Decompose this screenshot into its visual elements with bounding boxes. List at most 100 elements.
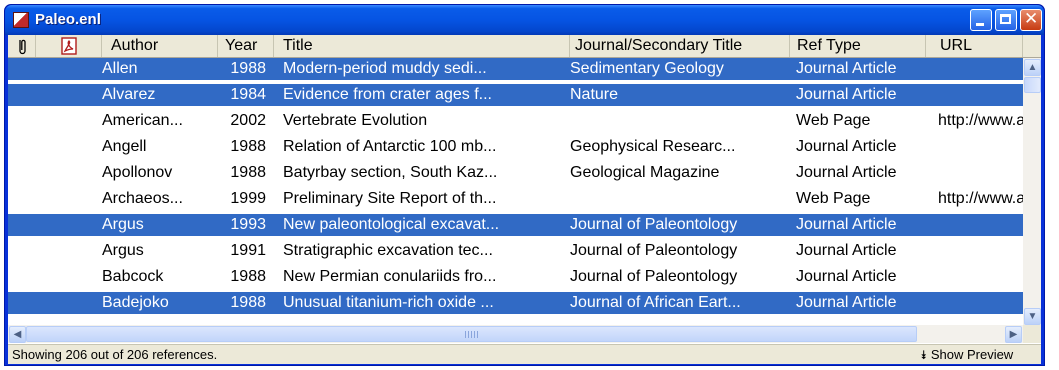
cell-url: http://www.a [938,190,1023,207]
table-row[interactable]: Babcock 1988 New Permian conulariids fro..… [8,266,1023,288]
cell-journal [570,110,790,132]
cell-url [938,214,1023,236]
column-header-journal[interactable]: Journal/Secondary Title [570,35,790,57]
double-chevron-down-icon: ⯯ [920,348,928,362]
table-row[interactable]: Argus 1991 Stratigraphic excavation tec...… [8,240,1023,262]
table-row[interactable]: Alvarez 1984 Evidence from crater ages f..… [8,84,1023,106]
show-preview-label: Show Preview [930,347,1014,362]
cell-author: Allen [102,60,138,77]
chevron-right-icon: ▶ [1009,329,1018,340]
cell-title: Vertebrate Evolution [283,112,428,129]
cell-journal: Journal of Paleontology [570,242,738,259]
cell-title: Preliminary Site Report of th... [283,190,497,207]
cell-year: 1988 [230,164,266,181]
cell-title: Stratigraphic excavation tec... [283,242,493,259]
minimize-button[interactable] [970,9,992,31]
cell-reftype: Journal Article [796,60,897,77]
cell-author: Apollonov [102,164,173,181]
scrollbar-corner [1023,325,1041,343]
scroll-right-button[interactable]: ▶ [1005,326,1022,343]
cell-reftype: Journal Article [796,138,897,155]
cell-url [938,84,1023,106]
close-button[interactable]: ✕ [1020,9,1042,31]
cell-author: Argus [102,216,144,233]
cell-author: Archaeos... [102,190,183,207]
cell-reftype: Journal Article [796,242,897,259]
table-row[interactable]: Badejoko 1988 Unusual titanium-rich oxide … [8,292,1023,314]
table-row[interactable]: Apollonov 1988 Batyrbay section, South Kaz… [8,162,1023,184]
cell-title: Modern-period muddy sedi... [283,60,487,77]
horizontal-scrollbar[interactable]: ◀ ▶ [8,325,1023,343]
cell-title: Relation of Antarctic 100 mb... [283,138,497,155]
table-row[interactable]: Allen 1988 Modern-period muddy sedi... Sedi… [8,58,1023,80]
cell-url [938,136,1023,158]
cell-author: Argus [102,242,144,259]
cell-author: American... [102,112,183,129]
column-header-url[interactable]: URL [926,35,1023,57]
pdf-icon [61,37,77,55]
column-header-end [1023,35,1041,57]
reference-rows: Allen 1988 Modern-period muddy sedi... Sedi… [8,58,1023,320]
table-row[interactable]: Angell 1988 Relation of Antarctic 100 mb..… [8,136,1023,158]
cell-year: 1999 [230,190,266,207]
cell-year: 1988 [230,268,266,285]
cell-year: 1988 [230,294,266,311]
cell-year: 1991 [230,242,266,259]
title-bar[interactable]: Paleo.enl ✕ [5,5,1044,35]
table-row[interactable]: Argus 1993 New paleontological excavat... J… [8,214,1023,236]
vertical-scrollbar[interactable]: ▲ ▼ [1023,58,1041,328]
column-header-attachment[interactable] [8,35,36,57]
cell-url [938,292,1023,314]
chevron-up-icon: ▲ [1027,62,1038,73]
status-bar: Showing 206 out of 206 references. ⯯ Sho… [8,344,1041,364]
cell-reftype: Journal Article [796,268,897,285]
cell-reftype: Journal Article [796,86,897,103]
maximize-button[interactable] [995,9,1017,31]
chevron-left-icon: ◀ [13,329,22,340]
column-header: Author Year Title Journal/Secondary Titl… [8,35,1041,58]
column-header-year[interactable]: Year [218,35,274,57]
column-header-author[interactable]: Author [102,35,218,57]
cell-year: 1988 [230,60,266,77]
scroll-up-button[interactable]: ▲ [1024,59,1041,76]
cell-url [938,162,1023,184]
vertical-scroll-thumb[interactable] [1024,77,1041,93]
show-preview-button[interactable]: ⯯ Show Preview [920,345,1013,365]
chevron-down-icon: ▼ [1027,311,1038,322]
cell-url [938,266,1023,288]
cell-author: Badejoko [102,294,169,311]
cell-year: 1984 [230,86,266,103]
cell-year: 1993 [230,216,266,233]
cell-journal: Journal of Paleontology [570,216,738,233]
cell-journal: Journal of African Eart... [570,294,741,311]
cell-url: http://www.a [938,112,1023,129]
scroll-down-button[interactable]: ▼ [1024,308,1041,325]
cell-reftype: Web Page [796,190,871,207]
app-window: Paleo.enl ✕ Author Year Title Journal/Se… [4,4,1045,366]
grip-icon [465,331,479,338]
cell-journal: Geological Magazine [570,164,720,181]
cell-year: 2002 [230,112,266,129]
cell-reftype: Web Page [796,112,871,129]
cell-journal [570,188,790,210]
cell-title: Evidence from crater ages f... [283,86,492,103]
horizontal-scroll-thumb[interactable] [26,326,917,342]
reference-list-pane: Author Year Title Journal/Secondary Titl… [8,35,1041,364]
cell-reftype: Journal Article [796,294,897,311]
column-header-pdf[interactable] [36,35,102,57]
table-row[interactable]: Archaeos... 1999 Preliminary Site Report o… [8,188,1023,210]
column-header-title[interactable]: Title [274,35,570,57]
cell-journal: Nature [570,86,619,103]
cell-url [938,240,1023,262]
maximize-icon [1000,14,1011,24]
cell-journal: Journal of Paleontology [570,268,738,285]
endnote-library-icon [13,12,29,28]
window-title: Paleo.enl [35,11,101,28]
close-icon: ✕ [1024,9,1039,29]
scroll-left-button[interactable]: ◀ [9,326,26,343]
table-row[interactable]: American... 2002 Vertebrate Evolution Web P… [8,110,1023,132]
cell-reftype: Journal Article [796,164,897,181]
cell-journal: Sedimentary Geology [570,60,724,77]
cell-title: New Permian conulariids fro... [283,268,497,285]
column-header-reftype[interactable]: Ref Type [790,35,926,57]
